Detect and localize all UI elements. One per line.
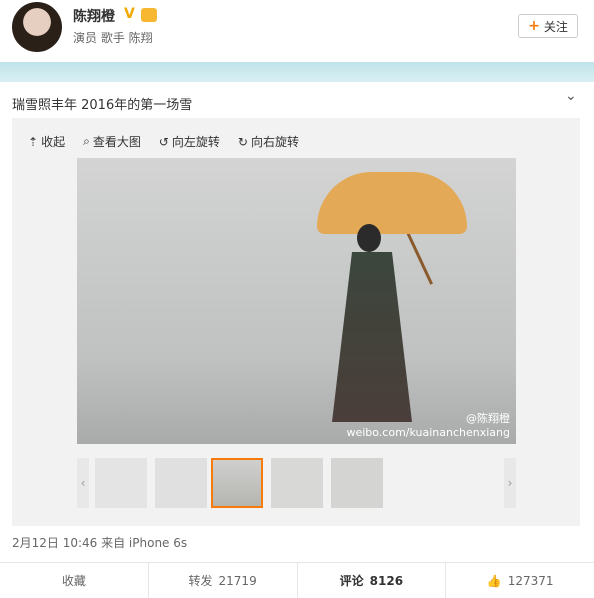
repost-label: 转发	[188, 574, 213, 588]
like-count: 127371	[507, 573, 554, 588]
post-actions: 收藏 转发 21719 评论 8126 👍 127371	[0, 562, 594, 598]
rotate-right-label: 向右旋转	[250, 135, 299, 149]
repost-count: 21719	[218, 573, 257, 588]
thumbnail[interactable]	[331, 458, 383, 508]
collapse-button[interactable]: ⇡ 收起	[28, 133, 65, 150]
rotate-left-button[interactable]: ↺ 向左旋转	[159, 133, 220, 150]
photo-watermark: @陈翔橙 weibo.com/kuainanchenxiang	[346, 412, 510, 440]
thumbnail-strip: ‹ ›	[77, 458, 516, 510]
media-toolbar: ⇡ 收起 ⌕ 查看大图 ↺ 向左旋转 ↻ 向右旋转	[28, 133, 299, 150]
umbrella	[317, 172, 467, 234]
comment-count: 8126	[369, 573, 404, 588]
view-large-label: 查看大图	[92, 135, 141, 149]
like-button[interactable]: 👍 127371	[445, 563, 594, 598]
plus-icon: +	[528, 18, 540, 34]
up-arrow-icon: ⇡	[28, 134, 39, 149]
watermark-url: weibo.com/kuainanchenxiang	[346, 426, 510, 439]
post-photo[interactable]: @陈翔橙 weibo.com/kuainanchenxiang	[77, 158, 516, 444]
figure-head	[357, 224, 381, 252]
next-thumb-button[interactable]: ›	[504, 458, 516, 508]
follow-button[interactable]: + 关注	[518, 14, 578, 38]
comment-button[interactable]: 评论 8126	[296, 563, 446, 598]
figure-body	[332, 252, 412, 422]
collapse-label: 收起	[41, 135, 66, 149]
post-meta: 2月12日 10:46 来自 iPhone 6s	[12, 536, 188, 550]
rotate-left-label: 向左旋转	[171, 135, 220, 149]
rotate-right-button[interactable]: ↻ 向右旋转	[238, 133, 299, 150]
prev-thumb-button[interactable]: ‹	[77, 458, 89, 508]
watermark-user: @陈翔橙	[466, 412, 510, 425]
username[interactable]: 陈翔橙	[73, 6, 115, 26]
avatar[interactable]	[12, 2, 62, 52]
thumbnail-active[interactable]	[211, 458, 263, 508]
view-large-button[interactable]: ⌕ 查看大图	[83, 133, 141, 150]
verified-badge-icon: V	[124, 6, 135, 22]
thumbnail[interactable]	[95, 458, 147, 508]
rotate-left-icon: ↺	[158, 134, 169, 149]
chevron-down-icon[interactable]: ⌄	[565, 88, 577, 104]
profile-banner	[0, 62, 594, 82]
user-description: 演员 歌手 陈翔	[73, 31, 153, 45]
member-crown-icon	[141, 8, 157, 22]
favorite-label: 收藏	[61, 574, 86, 588]
post-text: 瑞雪照丰年 2016年的第一场雪	[12, 98, 193, 113]
comment-label: 评论	[339, 574, 364, 588]
favorite-button[interactable]: 收藏	[0, 563, 148, 598]
thumbnail[interactable]	[271, 458, 323, 508]
follow-label: 关注	[543, 19, 568, 34]
thumbs-up-icon: 👍	[486, 573, 502, 588]
rotate-right-icon: ↻	[237, 134, 248, 149]
thumbnail[interactable]	[155, 458, 207, 508]
repost-button[interactable]: 转发 21719	[147, 563, 297, 598]
magnifier-icon: ⌕	[83, 134, 90, 148]
